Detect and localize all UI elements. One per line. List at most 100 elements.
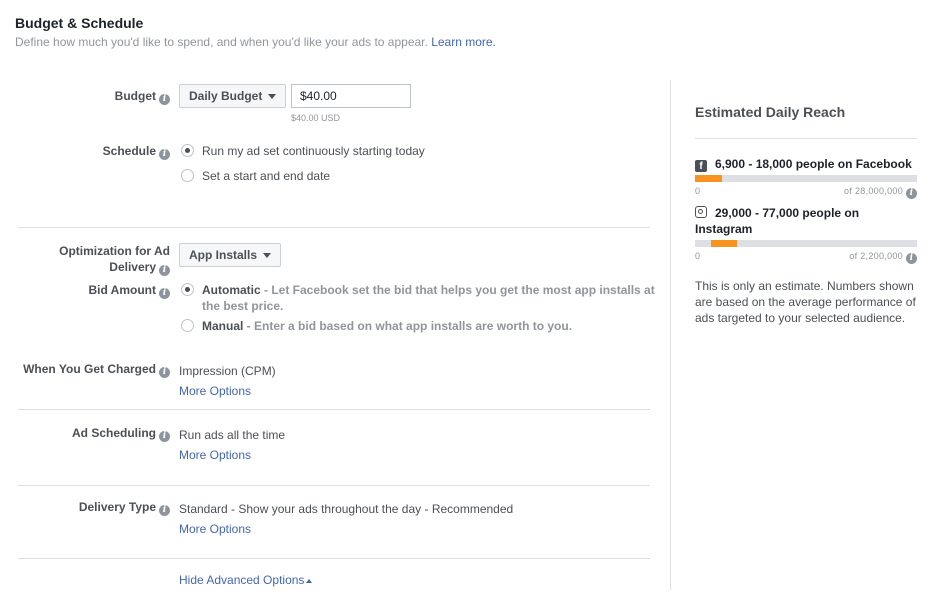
charged-more-options-link[interactable]: More Options	[179, 381, 276, 401]
info-icon[interactable]: i	[906, 188, 917, 199]
budget-amount-wrap: $40.00 $40.00 USD	[291, 84, 411, 123]
budget-type-dropdown-wrap: Daily Budget	[179, 84, 287, 108]
reach-instagram-bar-fill	[710, 240, 738, 247]
optimization-label-line2: Delivery	[109, 260, 156, 274]
budget-type-dropdown[interactable]: Daily Budget	[179, 84, 287, 108]
reach-instagram-min: 0	[695, 251, 701, 261]
reach-facebook-max-wrap: of 28,000,000 i	[844, 186, 917, 199]
bid-amount-label: Bid Amount i	[20, 282, 170, 299]
bid-amount-label-text: Bid Amount	[88, 283, 156, 297]
subtitle-text: Define how much you'd like to spend, and…	[15, 35, 428, 49]
instagram-icon	[695, 206, 707, 218]
optimization-value: App Installs	[189, 248, 258, 262]
reach-facebook-scale: 0 of 28,000,000 i	[695, 186, 917, 199]
vertical-divider	[670, 80, 671, 590]
bid-option-automatic-text: Automatic - Let Facebook set the bid tha…	[202, 282, 655, 314]
optimization-label: Optimization for Ad Delivery i	[20, 243, 170, 276]
charged-label-text: When You Get Charged	[23, 362, 156, 376]
budget-label: Budget i	[20, 88, 170, 105]
delivery-type-value-name: Standard	[179, 502, 228, 516]
reach-instagram-bar	[695, 240, 917, 247]
schedule-option-continuous[interactable]: Run my ad set continuously starting toda…	[181, 143, 425, 159]
bid-manual-title: Manual	[202, 319, 244, 333]
divider	[18, 227, 650, 228]
ad-scheduling-label-text: Ad Scheduling	[72, 426, 156, 440]
reach-facebook-max: of 28,000,000	[844, 186, 903, 196]
delivery-type-more-options-link[interactable]: More Options	[179, 519, 513, 539]
budget-amount-hint: $40.00 USD	[291, 113, 341, 123]
delivery-type-label-text: Delivery Type	[78, 500, 156, 514]
reach-instagram-max: of 2,200,000	[849, 251, 903, 261]
delivery-type-label: Delivery Type i	[20, 499, 170, 516]
delivery-type-value-desc: - Show your ads throughout the day - Rec…	[227, 502, 514, 516]
ad-scheduling-value: Run ads all the time	[179, 428, 286, 442]
info-icon[interactable]: i	[159, 265, 170, 276]
schedule-label: Schedule i	[20, 143, 170, 160]
budget-label-text: Budget	[114, 89, 156, 103]
reach-facebook-bar-fill	[695, 175, 722, 182]
budget-amount-input[interactable]: $40.00	[291, 84, 411, 108]
reach-title: Estimated Daily Reach	[695, 104, 917, 139]
optimization-dropdown-wrap: App Installs	[179, 243, 282, 267]
info-icon[interactable]: i	[159, 94, 170, 105]
schedule-label-text: Schedule	[102, 144, 156, 158]
bid-option-manual-text: Manual - Enter a bid based on what app i…	[202, 318, 572, 334]
radio-button[interactable]	[181, 169, 194, 182]
optimization-label-line1: Optimization for Ad	[59, 244, 170, 258]
caret-up-icon	[306, 579, 313, 583]
reach-instagram-text: 29,000 - 77,000 people on	[715, 206, 860, 220]
ad-scheduling-more-options-link[interactable]: More Options	[179, 445, 285, 465]
bid-manual-desc: - Enter a bid based on what app installs…	[243, 319, 573, 333]
delivery-type-value: Standard - Show your ads throughout the …	[179, 499, 513, 519]
info-icon[interactable]: i	[159, 367, 170, 378]
divider	[18, 409, 650, 410]
bid-option-automatic[interactable]: Automatic - Let Facebook set the bid tha…	[181, 282, 656, 314]
divider	[18, 485, 650, 486]
caret-down-icon	[268, 93, 277, 99]
info-icon[interactable]: i	[906, 253, 917, 264]
reach-facebook-min: 0	[695, 186, 701, 196]
reach-instagram-scale: 0 of 2,200,000 i	[695, 251, 917, 264]
schedule-option-dates[interactable]: Set a start and end date	[181, 168, 425, 184]
schedule-options: Run my ad set continuously starting toda…	[181, 143, 425, 193]
divider	[18, 558, 650, 559]
bid-automatic-title: Automatic	[202, 283, 261, 297]
bid-automatic-desc-2: the best price.	[202, 299, 284, 313]
schedule-option-label: Set a start and end date	[202, 169, 331, 183]
section-title: Budget & Schedule	[15, 15, 144, 31]
radio-button[interactable]	[181, 144, 194, 157]
bid-amount-options: Automatic - Let Facebook set the bid tha…	[181, 282, 656, 343]
section-subtitle: Define how much you'd like to spend, and…	[15, 35, 496, 49]
charged-value: Impression (CPM)	[179, 364, 276, 378]
info-icon[interactable]: i	[159, 505, 170, 516]
section-header: Budget & Schedule Define how much you'd …	[15, 15, 496, 49]
schedule-option-label: Run my ad set continuously starting toda…	[202, 144, 425, 158]
reach-note: This is only an estimate. Numbers shown …	[695, 279, 916, 325]
ad-scheduling-label: Ad Scheduling i	[20, 425, 170, 442]
hide-advanced-label: Hide Advanced Options	[179, 573, 305, 587]
budget-type-label: Daily Budget	[189, 89, 263, 103]
radio-button[interactable]	[181, 319, 194, 332]
info-icon[interactable]: i	[159, 149, 170, 160]
facebook-icon: f	[695, 160, 707, 172]
reach-instagram-line: 29,000 - 77,000 people on Instagram	[695, 205, 917, 237]
charged-label: When You Get Charged i	[15, 361, 170, 378]
reach-instagram-max-wrap: of 2,200,000 i	[849, 251, 917, 264]
reach-instagram-text-2: Instagram	[695, 222, 753, 236]
reach-facebook-bar	[695, 175, 917, 182]
info-icon[interactable]: i	[159, 288, 170, 299]
ad-scheduling-field: Run ads all the time More Options	[179, 425, 285, 465]
delivery-type-field: Standard - Show your ads throughout the …	[179, 499, 513, 539]
bid-option-manual[interactable]: Manual - Enter a bid based on what app i…	[181, 318, 656, 334]
hide-advanced-options-link[interactable]: Hide Advanced Options	[179, 573, 313, 587]
reach-facebook-line: f 6,900 - 18,000 people on Facebook	[695, 156, 917, 172]
learn-more-link[interactable]: Learn more.	[431, 35, 496, 49]
estimated-reach-panel: Estimated Daily Reach f 6,900 - 18,000 pe…	[695, 104, 917, 326]
info-icon[interactable]: i	[159, 431, 170, 442]
reach-facebook-text: 6,900 - 18,000 people on Facebook	[715, 157, 912, 171]
radio-button[interactable]	[181, 283, 194, 296]
caret-down-icon	[263, 252, 272, 258]
optimization-dropdown[interactable]: App Installs	[179, 243, 282, 267]
charged-field: Impression (CPM) More Options	[179, 361, 276, 401]
bid-automatic-desc: - Let Facebook set the bid that helps yo…	[260, 283, 655, 297]
